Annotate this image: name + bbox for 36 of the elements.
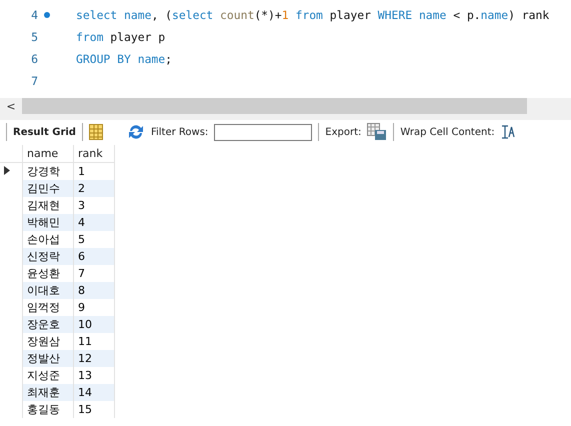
- code-line: from player p: [76, 30, 166, 44]
- table-cell: 김민수: [22, 180, 74, 197]
- table-cell: 홍길동: [22, 401, 74, 418]
- table-cell: 정발산: [22, 350, 74, 367]
- export-label: Export:: [325, 126, 362, 138]
- table-cell: 장운호: [22, 316, 74, 333]
- filter-rows-label: Filter Rows:: [150, 126, 208, 138]
- table-cell: 박해민: [22, 214, 74, 231]
- table-cell: 15: [74, 401, 114, 418]
- table-cell: 6: [74, 248, 114, 265]
- line-number: 6: [30, 52, 38, 66]
- export-icon[interactable]: [367, 123, 388, 141]
- line-number: 5: [30, 30, 38, 44]
- line-number: 7: [30, 74, 38, 88]
- wrap-cell-content-label: Wrap Cell Content:: [400, 126, 495, 138]
- grid-layout-icon[interactable]: [88, 124, 103, 140]
- scroll-left-button[interactable]: <: [0, 100, 22, 112]
- table-cell: 8: [74, 282, 114, 299]
- refresh-icon[interactable]: [126, 124, 145, 140]
- column-header[interactable]: rank: [74, 145, 114, 162]
- wrap-text-icon[interactable]: [500, 125, 515, 139]
- line-number: 4: [30, 8, 38, 22]
- scrollbar-thumb[interactable]: [22, 98, 527, 114]
- code-line: select name, (select count(*)+1 from player WHERE name < p.name) rank: [76, 8, 550, 22]
- table-cell: 14: [74, 384, 114, 401]
- table-cell: 이대호: [22, 282, 74, 299]
- table-cell: 10: [74, 316, 114, 333]
- column-header[interactable]: name: [22, 145, 74, 162]
- table-cell: 신정락: [22, 248, 74, 265]
- table-cell: 12: [74, 350, 114, 367]
- filter-rows-field[interactable]: [214, 124, 312, 140]
- table-cell: 2: [74, 180, 114, 197]
- result-grid-tab[interactable]: Result Grid: [13, 126, 76, 138]
- code-line: GROUP BY name;: [76, 52, 172, 66]
- table-cell: 최재훈: [22, 384, 74, 401]
- table-cell: 4: [74, 214, 114, 231]
